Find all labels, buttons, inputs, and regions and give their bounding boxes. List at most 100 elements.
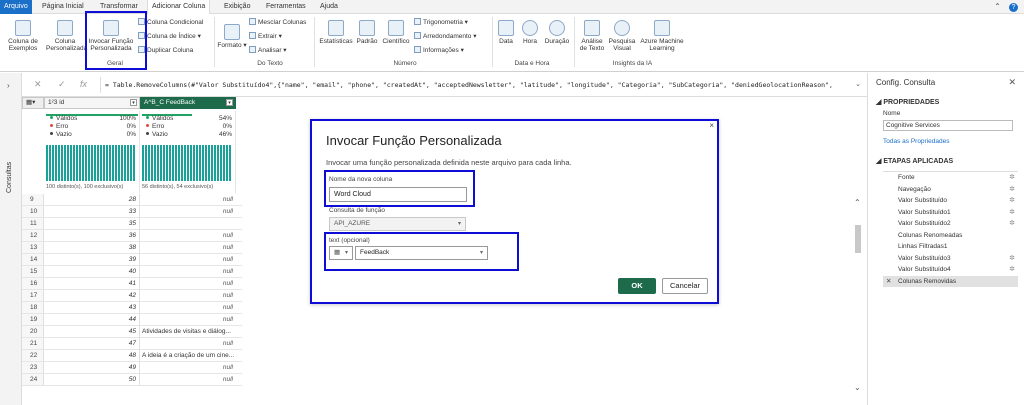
table-row[interactable]: 19 44 null [22, 314, 242, 326]
all-properties-link[interactable]: Todas as Propriedades [883, 138, 950, 145]
cell-feedback[interactable]: null [140, 302, 235, 313]
help-icon[interactable]: ? [1009, 3, 1018, 12]
gear-icon[interactable]: ✲ [1009, 184, 1015, 196]
tab-ajuda[interactable]: Ajuda [316, 0, 342, 14]
function-query-select[interactable]: API_AZURE ▾ [329, 217, 466, 231]
applied-step-item[interactable]: Valor Substituído1 ✲ [883, 207, 1018, 219]
conditional-column-button[interactable]: Coluna Condicional [138, 18, 203, 27]
tab-exibicao[interactable]: Exibição [220, 0, 254, 14]
cell-feedback[interactable]: A ideia é a criação de um cine... [140, 350, 235, 361]
applied-step-item[interactable]: Valor Substituído3 ✲ [883, 253, 1018, 265]
statistics-button[interactable]: Estatísticas [318, 20, 354, 45]
tab-adicionar-coluna[interactable]: Adicionar Coluna [147, 0, 211, 15]
merge-columns-button[interactable]: Mesclar Colunas [249, 18, 306, 27]
table-row[interactable]: 13 38 null [22, 242, 242, 254]
tab-ferramentas[interactable]: Ferramentas [262, 0, 310, 14]
applied-step-item[interactable]: Colunas Renomeadas [883, 230, 1018, 242]
cell-id[interactable]: 36 [44, 230, 140, 241]
close-icon[interactable]: ✕ [1008, 77, 1016, 88]
standard-button[interactable]: Padrão [355, 20, 379, 45]
cell-id[interactable]: 41 [44, 278, 140, 289]
text-type-icon[interactable]: A^B_C [144, 99, 164, 106]
duration-button[interactable]: Duração [543, 20, 571, 45]
applied-step-item[interactable]: Linhas Filtradas1 [883, 241, 1018, 253]
tab-pagina-inicial[interactable]: Página Inicial [38, 0, 88, 14]
cancel-icon[interactable]: ✕ [34, 79, 42, 90]
cell-id[interactable]: 39 [44, 254, 140, 265]
cell-feedback[interactable]: null [140, 194, 235, 205]
applied-step-item[interactable]: ✕ Colunas Removidas [883, 275, 1018, 288]
gear-icon[interactable]: ✲ [1009, 218, 1015, 230]
table-row[interactable]: 14 39 null [22, 254, 242, 266]
table-row[interactable]: 21 47 null [22, 338, 242, 350]
new-column-input[interactable]: Word Cloud [329, 187, 467, 202]
table-menu-icon[interactable]: ▦▾ [22, 97, 44, 109]
table-row[interactable]: 17 42 null [22, 290, 242, 302]
close-icon[interactable]: × [709, 121, 714, 130]
table-row[interactable]: 9 28 null [22, 194, 242, 206]
check-icon[interactable]: ✓ [58, 79, 66, 90]
vision-button[interactable]: Pesquisa Visual [607, 20, 637, 52]
date-button[interactable]: Data [495, 20, 517, 45]
cell-id[interactable]: 28 [44, 194, 140, 205]
cell-id[interactable]: 42 [44, 290, 140, 301]
custom-column-button[interactable]: Coluna Personalizada [46, 20, 87, 52]
ok-button[interactable]: OK [618, 278, 656, 294]
text-param-select[interactable]: FeedBack ▾ [355, 246, 488, 260]
cell-id[interactable]: 38 [44, 242, 140, 253]
azure-ml-button[interactable]: Azure Machine Learning [638, 20, 686, 52]
collapse-ribbon-icon[interactable]: ⌃ [994, 2, 1001, 11]
param-type-select[interactable]: ▦ ▾ [329, 246, 353, 260]
filter-dropdown-icon[interactable]: ▾ [226, 99, 233, 106]
scroll-thumb[interactable] [855, 225, 861, 253]
column-header-feedback[interactable]: A^B_C FeedBack ▾ [140, 97, 236, 109]
chevron-down-icon[interactable]: ⌄ [854, 383, 861, 392]
tab-arquivo[interactable]: Arquivo [0, 0, 32, 14]
table-row[interactable]: 16 41 null [22, 278, 242, 290]
table-row[interactable]: 22 48 A ideia é a criação de um cine... [22, 350, 242, 362]
expand-chevron-icon[interactable]: › [7, 81, 10, 90]
chevron-down-icon[interactable]: ⌄ [855, 80, 861, 88]
trigonometry-button[interactable]: Trigonometria ▾ [414, 18, 468, 27]
cell-id[interactable]: 35 [44, 218, 140, 229]
duplicate-column-button[interactable]: Duplicar Coluna [138, 46, 193, 55]
cell-feedback[interactable]: null [140, 230, 235, 241]
cell-id[interactable]: 49 [44, 362, 140, 373]
number-type-icon[interactable]: 1²3 [48, 99, 57, 106]
scientific-button[interactable]: Científico [380, 20, 412, 45]
table-row[interactable]: 20 45 Atividades de visitas e diálog... [22, 326, 242, 338]
queries-label[interactable]: Consultas [6, 162, 13, 193]
cell-id[interactable]: 43 [44, 302, 140, 313]
cell-feedback[interactable]: null [140, 290, 235, 301]
cell-id[interactable]: 50 [44, 374, 140, 385]
column-from-examples-button[interactable]: Coluna de Exemplos [4, 20, 42, 52]
rounding-button[interactable]: Arredondamento ▾ [414, 32, 477, 41]
table-row[interactable]: 24 50 null [22, 374, 242, 386]
cell-feedback[interactable]: null [140, 266, 235, 277]
table-row[interactable]: 10 33 null [22, 206, 242, 218]
cell-feedback[interactable]: null [140, 362, 235, 373]
cell-id[interactable]: 44 [44, 314, 140, 325]
applied-step-item[interactable]: Valor Substituído ✲ [883, 195, 1018, 207]
extract-button[interactable]: Extrair ▾ [249, 32, 282, 41]
cell-feedback[interactable]: null [140, 254, 235, 265]
formula-input[interactable]: = Table.RemoveColumns(#"Valor Substituíd… [100, 77, 860, 93]
format-button[interactable]: Formato ▾ [217, 24, 247, 49]
cell-feedback[interactable]: null [140, 206, 235, 217]
cell-id[interactable]: 45 [44, 326, 140, 337]
cell-feedback[interactable]: Atividades de visitas e diálog... [140, 326, 235, 337]
gear-icon[interactable]: ✲ [1009, 172, 1015, 184]
table-row[interactable]: 23 49 null [22, 362, 242, 374]
table-row[interactable]: 15 40 null [22, 266, 242, 278]
column-header-id[interactable]: 1²3 id ▾ [44, 97, 140, 109]
fx-icon[interactable]: fx [80, 79, 87, 89]
vertical-scrollbar[interactable]: ⌃ ⌄ [851, 110, 865, 400]
delete-step-icon[interactable]: ✕ [886, 276, 891, 288]
index-column-button[interactable]: Coluna de Índice ▾ [138, 32, 201, 41]
text-analytics-button[interactable]: Análise de Texto [577, 20, 607, 52]
time-button[interactable]: Hora [519, 20, 541, 45]
applied-step-item[interactable]: Valor Substituído2 ✲ [883, 218, 1018, 230]
information-button[interactable]: Informações ▾ [414, 46, 464, 55]
gear-icon[interactable]: ✲ [1009, 264, 1015, 276]
cell-feedback[interactable]: null [140, 338, 235, 349]
